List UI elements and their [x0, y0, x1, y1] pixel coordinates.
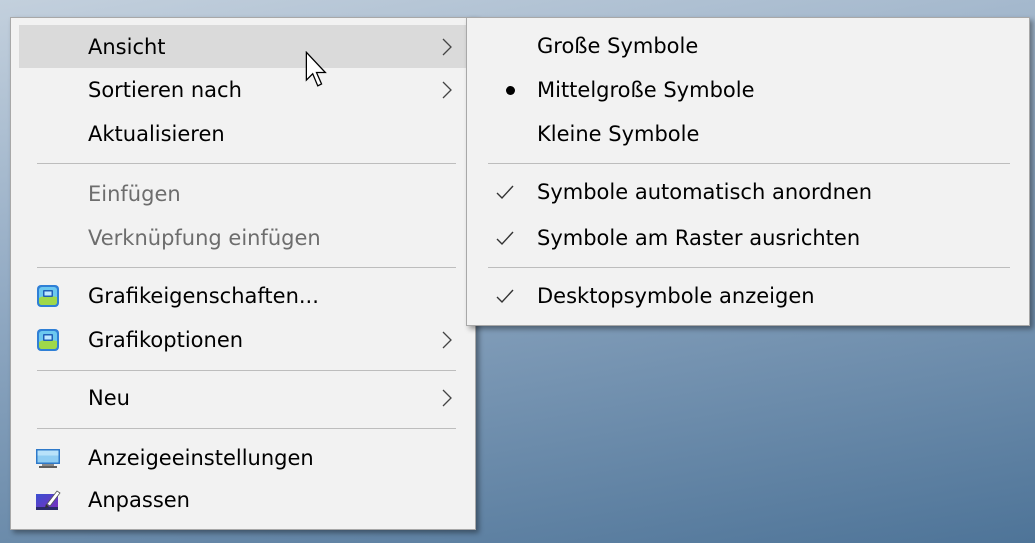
checkmark-icon	[496, 231, 514, 246]
menu-item-anpassen[interactable]: Anpassen	[19, 479, 471, 521]
menu-item-label: Neu	[88, 386, 130, 410]
menu-item-label: Anzeigeeinstellungen	[88, 446, 314, 470]
view-submenu: Große Symbole Mittelgroße Symbole Kleine…	[466, 17, 1030, 326]
menu-item-anzeigeeinstellungen[interactable]: Anzeigeeinstellungen	[19, 437, 471, 479]
submenu-item-desktopsymbole-anzeigen[interactable]: Desktopsymbole anzeigen	[469, 274, 1027, 318]
menu-item-einfuegen: Einfügen	[19, 172, 471, 216]
menu-separator	[488, 267, 1010, 268]
mouse-cursor-icon	[305, 51, 327, 87]
checkmark-icon	[496, 289, 514, 304]
display-settings-icon	[36, 449, 60, 468]
chevron-right-icon	[442, 38, 452, 55]
menu-item-sortieren-nach[interactable]: Sortieren nach	[19, 68, 471, 112]
menu-separator	[37, 428, 456, 429]
menu-item-label: Grafikeigenschaften...	[88, 284, 319, 308]
chevron-right-icon	[442, 81, 452, 99]
submenu-item-mittelgrosse-symbole[interactable]: Mittelgroße Symbole	[469, 68, 1027, 112]
submenu-item-automatisch-anordnen[interactable]: Symbole automatisch anordnen	[469, 170, 1027, 214]
menu-separator	[37, 163, 456, 164]
personalize-icon	[36, 490, 61, 510]
menu-item-grafikoptionen[interactable]: Grafikoptionen	[19, 318, 471, 362]
chevron-right-icon	[442, 331, 452, 349]
menu-item-label: Einfügen	[88, 182, 181, 206]
submenu-item-label: Große Symbole	[537, 34, 699, 58]
submenu-item-label: Symbole automatisch anordnen	[537, 180, 873, 204]
menu-item-verknuepfung-einfuegen: Verknüpfung einfügen	[19, 216, 471, 260]
menu-item-label: Anpassen	[88, 488, 190, 512]
submenu-item-grosse-symbole[interactable]: Große Symbole	[469, 24, 1027, 68]
chevron-right-icon	[442, 389, 452, 407]
submenu-item-label: Symbole am Raster ausrichten	[537, 226, 861, 250]
menu-item-aktualisieren[interactable]: Aktualisieren	[19, 112, 471, 156]
submenu-item-label: Desktopsymbole anzeigen	[537, 284, 815, 308]
submenu-item-label: Kleine Symbole	[537, 122, 700, 146]
menu-item-neu[interactable]: Neu	[19, 376, 471, 420]
menu-separator	[488, 163, 1010, 164]
desktop-context-menu: Ansicht Sortieren nach Aktualisieren Ein…	[10, 17, 476, 530]
intel-graphics-icon	[37, 329, 59, 351]
intel-graphics-icon	[37, 285, 59, 307]
submenu-item-am-raster-ausrichten[interactable]: Symbole am Raster ausrichten	[469, 216, 1027, 260]
menu-separator	[37, 267, 456, 268]
menu-item-ansicht[interactable]: Ansicht	[19, 25, 471, 68]
menu-item-label: Ansicht	[88, 34, 166, 59]
checkmark-icon	[496, 185, 514, 200]
submenu-item-kleine-symbole[interactable]: Kleine Symbole	[469, 112, 1027, 156]
radio-bullet-icon	[506, 86, 515, 95]
submenu-item-label: Mittelgroße Symbole	[537, 78, 755, 102]
menu-item-grafikeigenschaften[interactable]: Grafikeigenschaften...	[19, 274, 471, 318]
menu-separator	[37, 370, 456, 371]
menu-item-label: Aktualisieren	[88, 122, 225, 146]
menu-item-label: Grafikoptionen	[88, 328, 244, 352]
menu-item-label: Verknüpfung einfügen	[88, 226, 321, 250]
menu-item-label: Sortieren nach	[88, 78, 242, 102]
